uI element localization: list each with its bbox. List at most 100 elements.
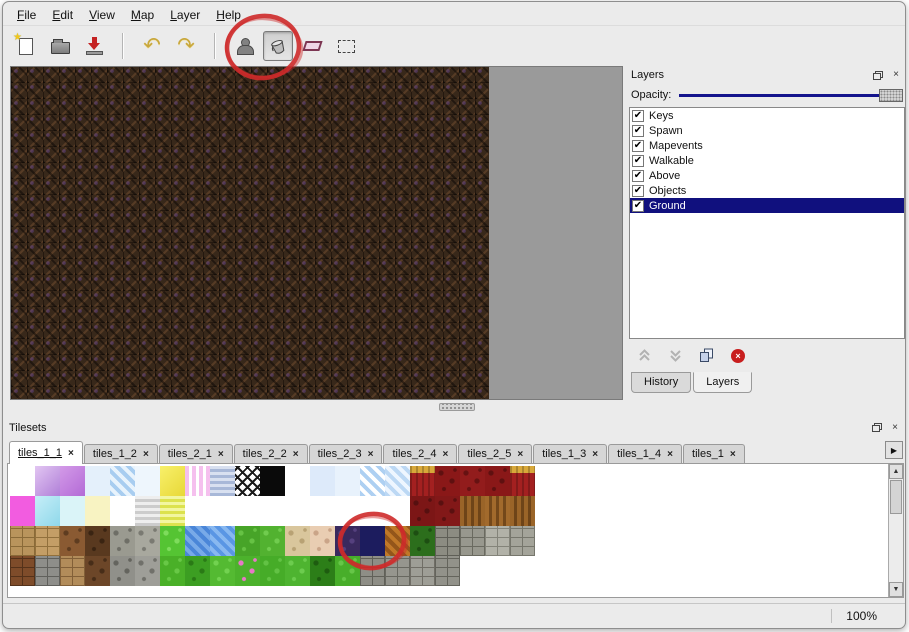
palette-tile[interactable]: [160, 466, 185, 496]
palette-tile[interactable]: [510, 556, 535, 586]
palette-tile[interactable]: [160, 526, 185, 556]
palette-tile[interactable]: [385, 466, 410, 496]
palette-tile[interactable]: [485, 556, 510, 586]
palette-tile[interactable]: [335, 526, 360, 556]
palette-tile[interactable]: [385, 526, 410, 556]
undo-button[interactable]: ↶: [137, 31, 167, 61]
palette-tile[interactable]: [135, 556, 160, 586]
save-map-button[interactable]: [79, 31, 109, 61]
palette-tile[interactable]: [285, 556, 310, 586]
layer-row-keys[interactable]: ✔Keys: [630, 108, 904, 123]
palette-tile[interactable]: [360, 556, 385, 586]
palette-tile[interactable]: [385, 496, 410, 526]
scroll-down-button[interactable]: ▼: [889, 582, 903, 597]
slider-track[interactable]: [679, 94, 903, 97]
palette-tile[interactable]: [210, 496, 235, 526]
palette-tile[interactable]: [235, 496, 260, 526]
detach-panel-button[interactable]: [870, 421, 884, 434]
tileset-tab-tiles_1_3[interactable]: tiles_1_3×: [533, 444, 607, 463]
palette-tile[interactable]: [135, 496, 160, 526]
menu-file[interactable]: File: [9, 6, 44, 24]
close-panel-button[interactable]: ×: [889, 69, 903, 82]
palette-tile[interactable]: [35, 526, 60, 556]
palette-tile[interactable]: [310, 496, 335, 526]
palette-tile[interactable]: [60, 496, 85, 526]
palette-tile[interactable]: [360, 466, 385, 496]
palette-tile[interactable]: [185, 526, 210, 556]
map-horizontal-scrollbar[interactable]: [10, 402, 623, 412]
palette-tile[interactable]: [135, 466, 160, 496]
palette-tile[interactable]: [485, 526, 510, 556]
palette-tile[interactable]: [10, 556, 35, 586]
palette-tile[interactable]: [285, 496, 310, 526]
delete-layer-button[interactable]: ×: [731, 349, 745, 363]
tab-close-icon[interactable]: ×: [218, 449, 224, 460]
palette-tile[interactable]: [460, 466, 485, 496]
palette-tile[interactable]: [10, 526, 35, 556]
layer-row-above[interactable]: ✔Above: [630, 168, 904, 183]
palette-tile[interactable]: [85, 526, 110, 556]
palette-tile[interactable]: [360, 496, 385, 526]
palette-tile[interactable]: [285, 526, 310, 556]
tab-history[interactable]: History: [631, 372, 691, 393]
palette-tile[interactable]: [260, 526, 285, 556]
palette-tile[interactable]: [485, 466, 510, 496]
tab-close-icon[interactable]: ×: [293, 449, 299, 460]
menu-help[interactable]: Help: [208, 6, 249, 24]
palette-tile[interactable]: [60, 556, 85, 586]
palette-tile[interactable]: [110, 466, 135, 496]
select-tool-button[interactable]: [331, 31, 361, 61]
layer-row-mapevents[interactable]: ✔Mapevents: [630, 138, 904, 153]
palette-tile[interactable]: [235, 466, 260, 496]
palette-tile[interactable]: [235, 556, 260, 586]
palette-tile[interactable]: [335, 556, 360, 586]
palette-tile[interactable]: [160, 496, 185, 526]
tab-close-icon[interactable]: ×: [730, 449, 736, 460]
tab-layers[interactable]: Layers: [693, 372, 752, 393]
palette-tile[interactable]: [260, 466, 285, 496]
map-ground-tiles[interactable]: [11, 67, 489, 399]
tab-close-icon[interactable]: ×: [443, 449, 449, 460]
palette-tile[interactable]: [260, 556, 285, 586]
palette-tile[interactable]: [460, 526, 485, 556]
layer-row-walkable[interactable]: ✔Walkable: [630, 153, 904, 168]
palette-tile[interactable]: [185, 466, 210, 496]
palette-tile[interactable]: [185, 496, 210, 526]
menu-view[interactable]: View: [81, 6, 123, 24]
palette-tile[interactable]: [10, 466, 35, 496]
palette-tile[interactable]: [435, 556, 460, 586]
tab-close-icon[interactable]: ×: [68, 448, 74, 459]
palette-tile[interactable]: [10, 496, 35, 526]
open-map-button[interactable]: [45, 31, 75, 61]
palette-tile[interactable]: [35, 466, 60, 496]
tileset-tab-tiles_2_1[interactable]: tiles_2_1×: [159, 444, 233, 463]
palette-tile[interactable]: [85, 496, 110, 526]
tileset-tab-tiles_1_4[interactable]: tiles_1_4×: [608, 444, 682, 463]
palette-tile[interactable]: [85, 466, 110, 496]
tab-close-icon[interactable]: ×: [592, 449, 598, 460]
tileset-tab-tiles_2_2[interactable]: tiles_2_2×: [234, 444, 308, 463]
palette-tile[interactable]: [410, 526, 435, 556]
raise-layer-button[interactable]: [637, 348, 652, 363]
redo-button[interactable]: ↷: [171, 31, 201, 61]
palette-tile[interactable]: [85, 556, 110, 586]
stamp-tool-button[interactable]: [229, 31, 259, 61]
layer-row-spawn[interactable]: ✔Spawn: [630, 123, 904, 138]
slider-handle[interactable]: [879, 89, 903, 102]
palette-tile[interactable]: [210, 526, 235, 556]
layer-visibility-checkbox[interactable]: ✔: [632, 110, 644, 122]
lower-layer-button[interactable]: [668, 348, 683, 363]
palette-tile[interactable]: [510, 526, 535, 556]
layer-visibility-checkbox[interactable]: ✔: [632, 125, 644, 137]
menu-edit[interactable]: Edit: [44, 6, 81, 24]
menu-map[interactable]: Map: [123, 6, 162, 24]
tab-close-icon[interactable]: ×: [368, 449, 374, 460]
layer-visibility-checkbox[interactable]: ✔: [632, 170, 644, 182]
palette-tile[interactable]: [385, 556, 410, 586]
tileset-tab-tiles_2_4[interactable]: tiles_2_4×: [383, 444, 457, 463]
tab-close-icon[interactable]: ×: [517, 449, 523, 460]
palette-tile[interactable]: [260, 496, 285, 526]
palette-tile[interactable]: [410, 556, 435, 586]
palette-tile[interactable]: [410, 496, 435, 526]
palette-tile[interactable]: [485, 496, 510, 526]
